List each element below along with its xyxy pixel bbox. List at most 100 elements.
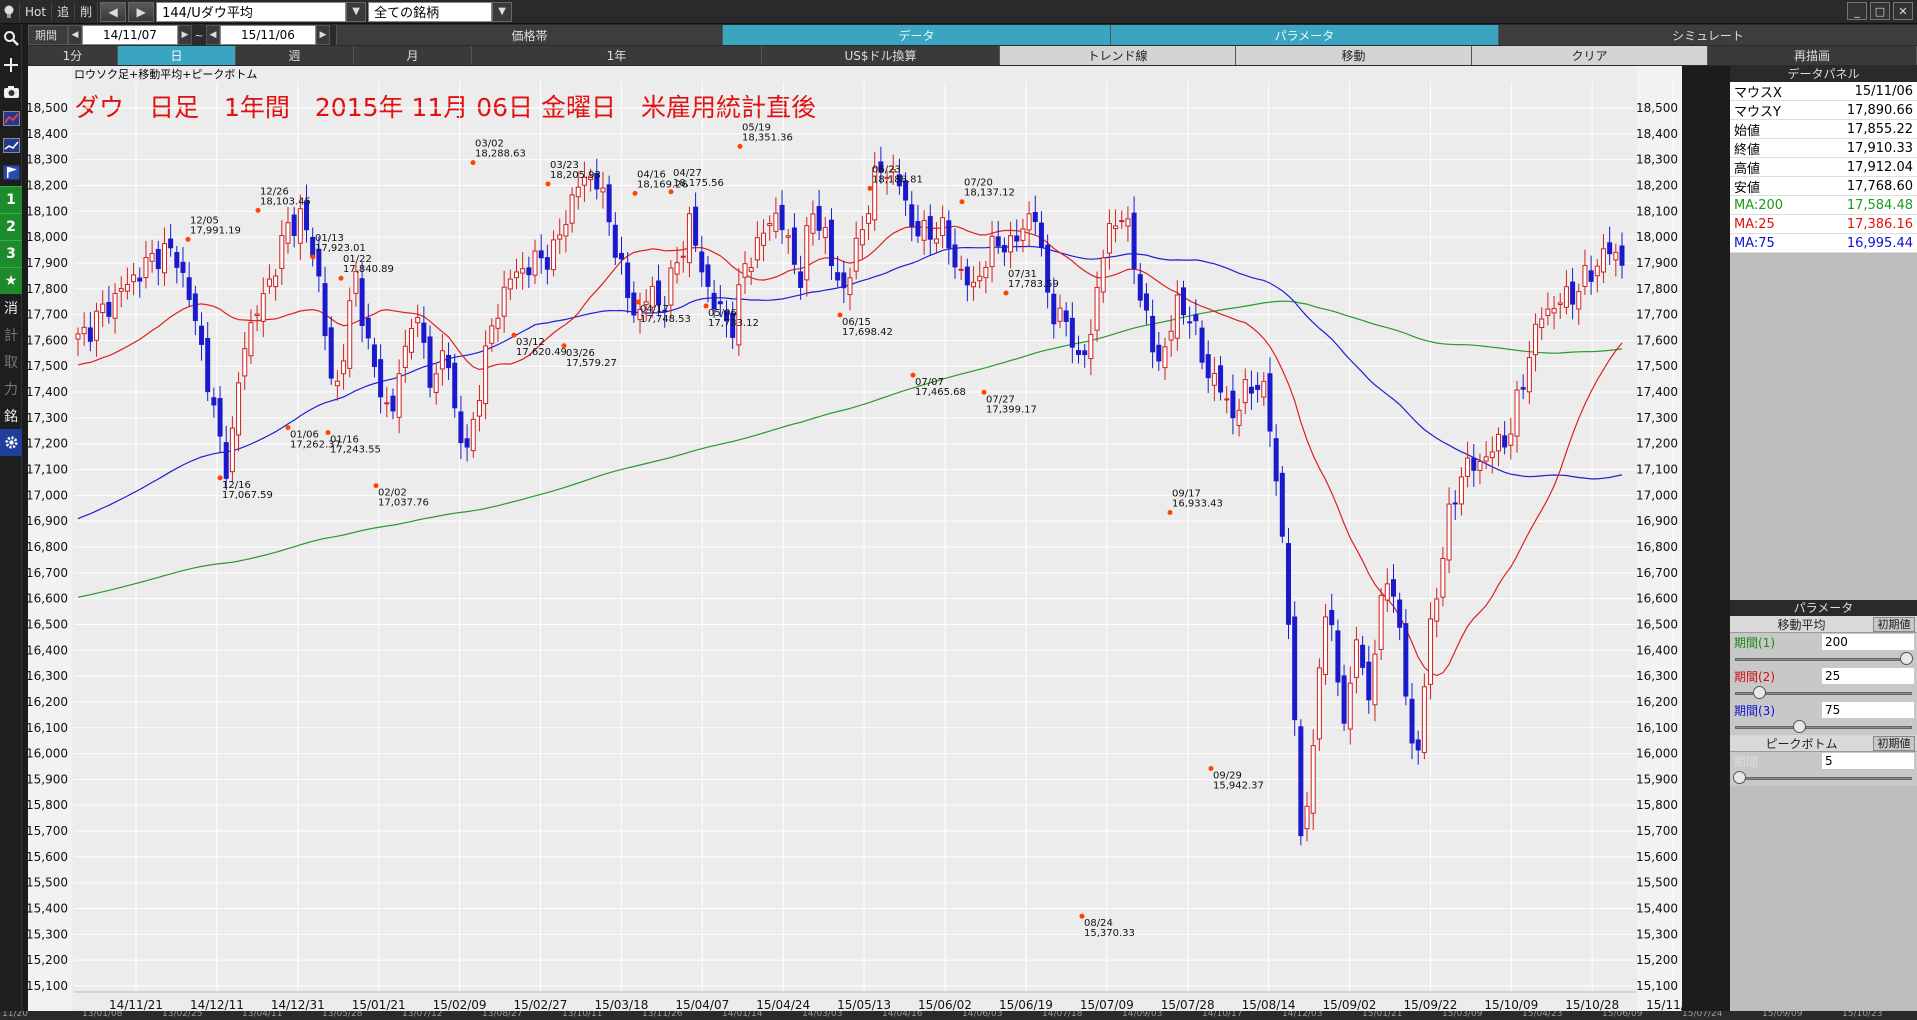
date-from-field[interactable]: 14/11/07 — [82, 25, 178, 45]
tab-weekly[interactable]: 週 — [236, 46, 354, 65]
hot-button[interactable]: Hot — [20, 1, 53, 22]
minimize-button[interactable]: _ — [1847, 2, 1867, 20]
param-row-pb: 期間 5 — [1730, 752, 1917, 770]
fetch-button[interactable]: 取 — [0, 348, 22, 375]
input-button[interactable]: 力 — [0, 375, 22, 402]
period2-slider[interactable] — [1730, 685, 1917, 701]
prev-symbol-button[interactable]: ◀ — [100, 1, 127, 22]
pb-slider-thumb[interactable] — [1733, 771, 1746, 784]
period1-slider[interactable] — [1730, 651, 1917, 667]
candle-body — [273, 275, 279, 288]
pb-reset-button[interactable]: 初期値 — [1873, 735, 1915, 751]
period2-input[interactable]: 25 — [1822, 668, 1914, 684]
candle-body — [1150, 315, 1156, 353]
add-button[interactable]: 追 — [52, 1, 76, 22]
candle-body — [1458, 476, 1464, 505]
tab-redraw[interactable]: 再描画 — [1708, 46, 1917, 65]
next-symbol-button[interactable]: ▶ — [128, 1, 155, 22]
tilde-separator: ~ — [194, 28, 204, 42]
candle-body — [168, 238, 174, 249]
candle-body — [1471, 457, 1477, 471]
candle-body — [977, 275, 983, 282]
timeframe-toolbar: 1分 日 週 月 1年 US$ドル換算 トレンド線 移動 クリア 再描画 — [28, 46, 1917, 66]
candle-body — [606, 184, 612, 223]
layout-2-button[interactable]: 2 — [0, 213, 22, 240]
line-chart-icon[interactable] — [0, 132, 22, 159]
gear-icon[interactable] — [0, 429, 22, 456]
maximize-button[interactable]: □ — [1870, 2, 1890, 20]
ma-reset-button[interactable]: 初期値 — [1873, 616, 1915, 632]
candle-body — [75, 333, 81, 340]
date-to-prev[interactable]: ◀ — [206, 25, 220, 45]
ma-row-label: MA:200 — [1734, 197, 1784, 213]
tab-data[interactable]: データ — [722, 25, 1110, 45]
candle-body — [421, 322, 427, 343]
peak-marker — [668, 189, 674, 195]
period1-input[interactable]: 200 — [1822, 634, 1914, 650]
data-row: 安値 17,768.60 — [1730, 177, 1917, 196]
tab-trendline[interactable]: トレンド線 — [1000, 46, 1236, 65]
crosshair-icon[interactable] — [0, 51, 22, 78]
period3-slider-thumb[interactable] — [1793, 720, 1807, 733]
tab-usd-conversion[interactable]: US$ドル換算 — [762, 46, 1000, 65]
pb-period-input[interactable]: 5 — [1822, 753, 1914, 769]
delete-button[interactable]: 削 — [75, 1, 99, 22]
symbol-field[interactable]: 144/Uダウ平均 — [156, 1, 347, 22]
search-icon[interactable] — [0, 24, 22, 51]
star-icon[interactable]: ★ — [0, 267, 22, 294]
candle-body — [1582, 265, 1588, 287]
tab-price-band[interactable]: 価格帯 — [336, 25, 722, 45]
candle-body — [439, 350, 445, 370]
ma-row-value: 16,995.44 — [1846, 235, 1913, 251]
period2-slider-thumb[interactable] — [1753, 686, 1767, 699]
period1-slider-thumb[interactable] — [1900, 652, 1913, 665]
peak-marker — [185, 236, 191, 242]
candle-body — [1298, 726, 1304, 837]
erase-button[interactable]: 消 — [0, 294, 22, 321]
candle-body — [1607, 242, 1613, 255]
candle-body — [1088, 333, 1094, 360]
tab-move[interactable]: 移動 — [1236, 46, 1472, 65]
y-tick-label-right: 17,800 — [1636, 282, 1678, 296]
tab-simulate[interactable]: シミュレート — [1498, 25, 1917, 45]
bulb-icon[interactable] — [0, 1, 20, 22]
symbol-button[interactable]: 銘 — [0, 402, 22, 429]
candle-body — [1248, 386, 1254, 394]
candle-body — [205, 337, 211, 393]
tab-parameters[interactable]: パラメータ — [1110, 25, 1498, 45]
candle-body — [1119, 220, 1125, 223]
category-dropdown-button[interactable]: ▼ — [492, 1, 513, 22]
date-to-field[interactable]: 15/11/06 — [220, 25, 316, 45]
tab-monthly[interactable]: 月 — [354, 46, 472, 65]
tab-1min[interactable]: 1分 — [28, 46, 118, 65]
category-field[interactable]: 全ての銘柄 — [368, 1, 493, 22]
bottom-date-label: 14/06/03 — [962, 1011, 1003, 1019]
tab-1year[interactable]: 1年 — [472, 46, 762, 65]
date-from-next[interactable]: ▶ — [178, 25, 192, 45]
line-chart-red-icon[interactable] — [0, 105, 22, 132]
period3-input[interactable]: 75 — [1822, 702, 1914, 718]
date-from-prev[interactable]: ◀ — [68, 25, 82, 45]
bottom-date-label: 14/10/17 — [1202, 1011, 1243, 1019]
chart-area[interactable]: ロウソク足+移動平均+ピークボトム ダウ 日足 1年間 2015年 11月 06… — [28, 66, 1682, 1014]
tab-daily[interactable]: 日 — [118, 46, 236, 65]
calc-button[interactable]: 計 — [0, 321, 22, 348]
candle-body — [1390, 579, 1396, 597]
pb-period-slider[interactable] — [1730, 770, 1917, 786]
candle-body — [921, 220, 927, 241]
period3-slider[interactable] — [1730, 719, 1917, 735]
candlestick-chart[interactable]: ロウソク足+移動平均+ピークボトム ダウ 日足 1年間 2015年 11月 06… — [28, 66, 1682, 1014]
layout-3-button[interactable]: 3 — [0, 240, 22, 267]
candle-body — [748, 267, 754, 272]
y-tick-label-right: 16,000 — [1636, 747, 1678, 761]
candle-body — [1032, 212, 1038, 223]
camera-icon[interactable] — [0, 78, 22, 105]
chevron-down-icon: ▼ — [498, 6, 506, 17]
flag-icon[interactable] — [0, 159, 22, 186]
layout-1-button[interactable]: 1 — [0, 186, 22, 213]
close-button[interactable]: ✕ — [1893, 2, 1913, 20]
symbol-dropdown-button[interactable]: ▼ — [346, 1, 367, 22]
date-to-next[interactable]: ▶ — [316, 25, 330, 45]
tab-clear[interactable]: クリア — [1472, 46, 1708, 65]
y-tick-label-right: 17,200 — [1636, 437, 1678, 451]
